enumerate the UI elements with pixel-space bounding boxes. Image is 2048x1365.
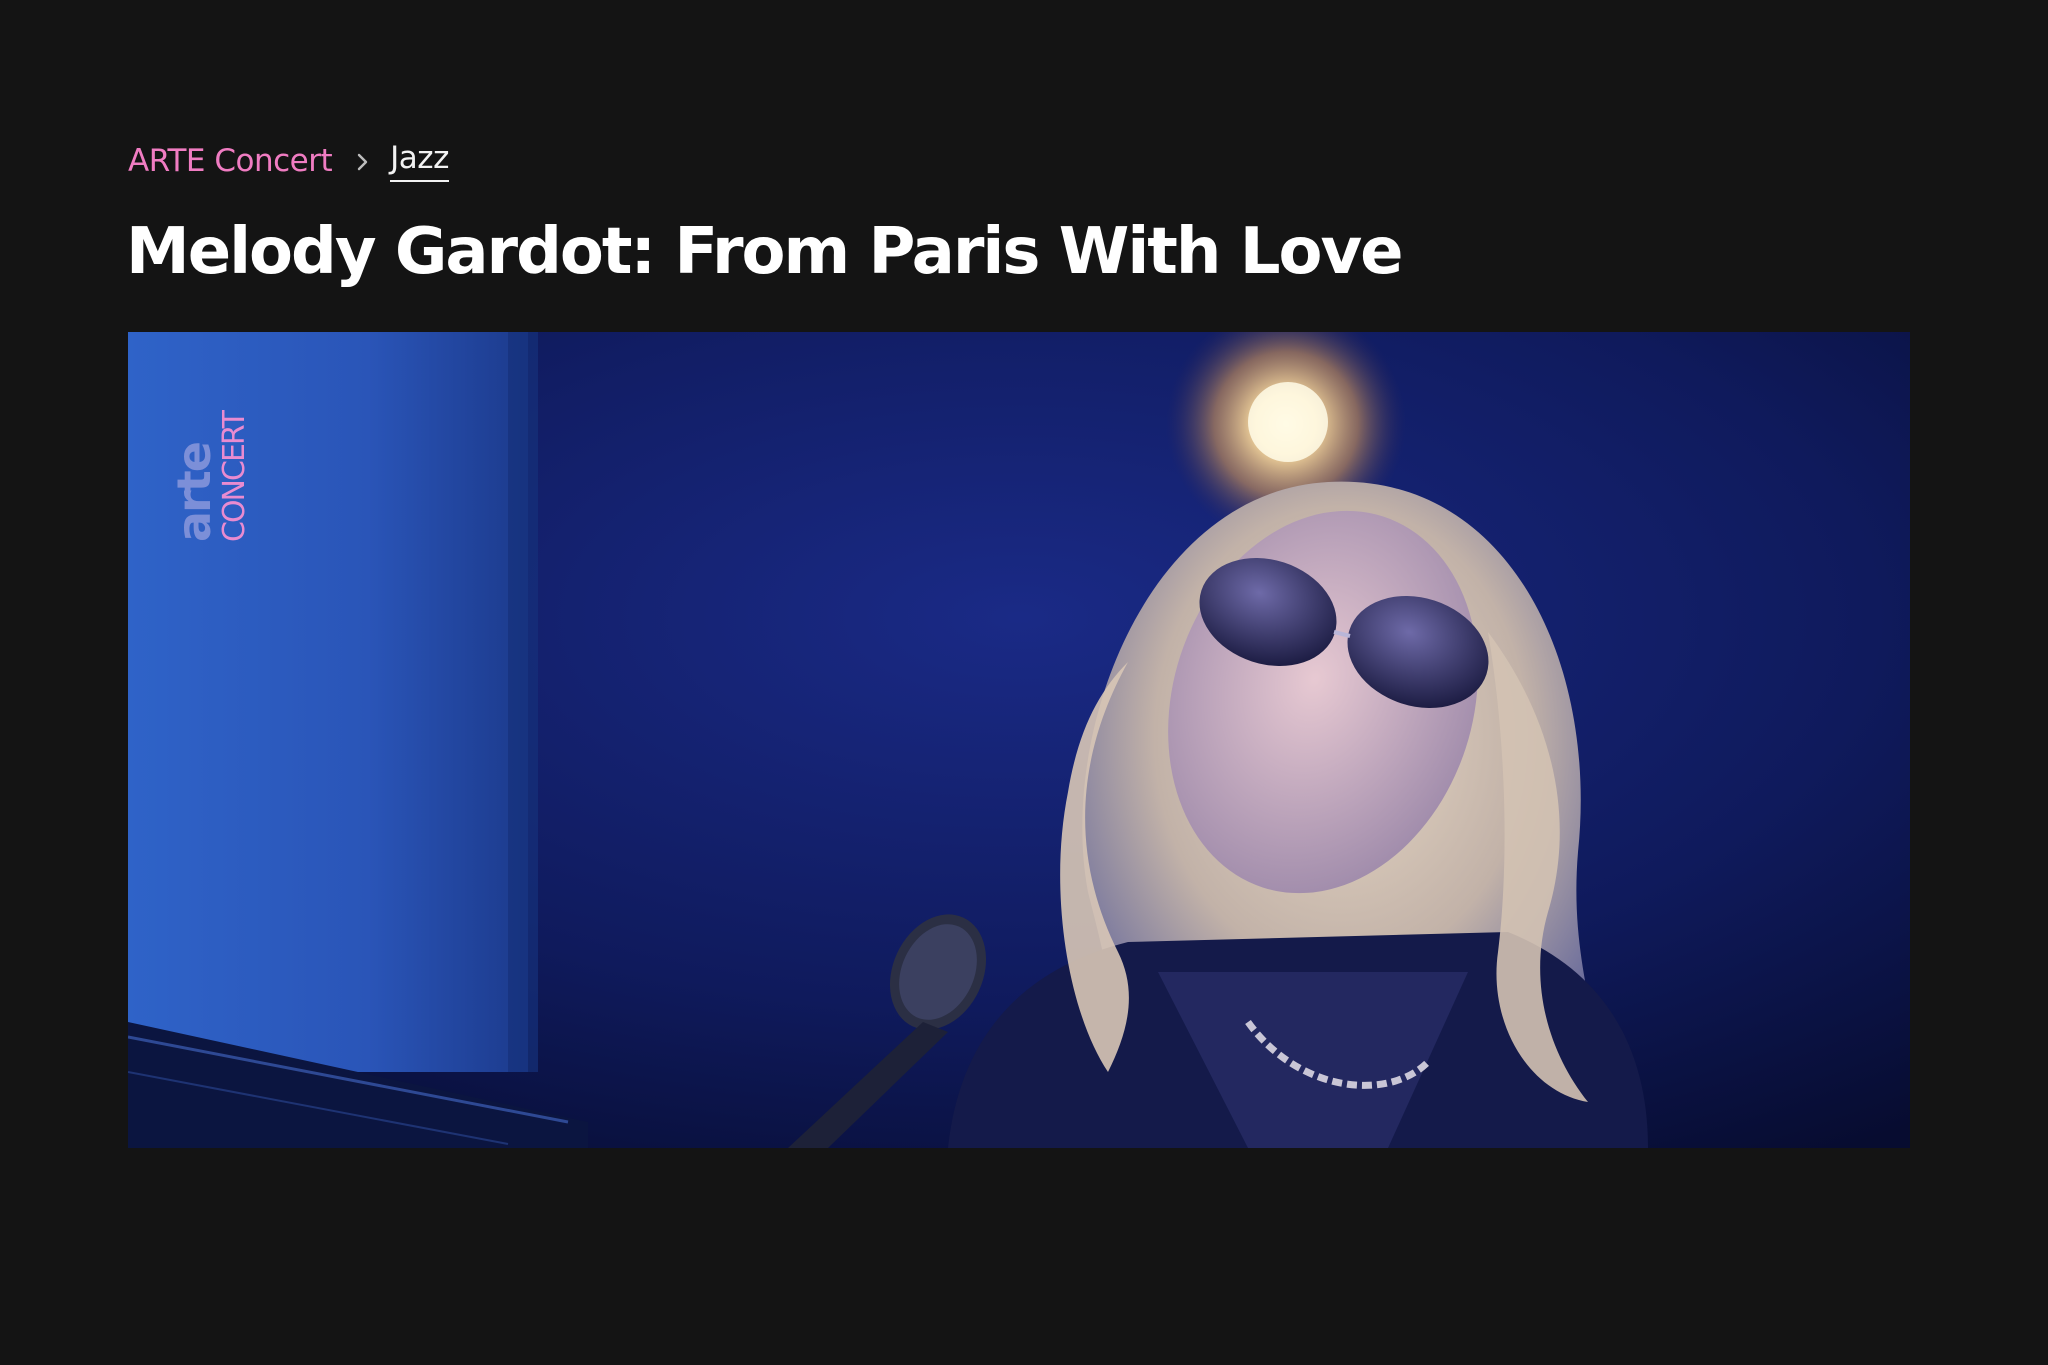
svg-text:arte: arte bbox=[172, 443, 221, 542]
arte-concert-logo: arte CONCERT bbox=[172, 409, 252, 542]
breadcrumb: ARTE Concert Jazz bbox=[128, 140, 449, 182]
chevron-right-icon bbox=[350, 141, 376, 181]
video-thumbnail bbox=[128, 332, 1910, 1148]
breadcrumb-jazz-link[interactable]: Jazz bbox=[390, 140, 449, 182]
page-title: Melody Gardot: From Paris With Love bbox=[126, 215, 1404, 289]
page: ARTE Concert Jazz Melody Gardot: From Pa… bbox=[0, 0, 2048, 1365]
svg-text:CONCERT: CONCERT bbox=[217, 409, 252, 542]
breadcrumb-arte-concert-link[interactable]: ARTE Concert bbox=[128, 143, 333, 179]
video-player[interactable]: arte CONCERT bbox=[128, 332, 1910, 1148]
